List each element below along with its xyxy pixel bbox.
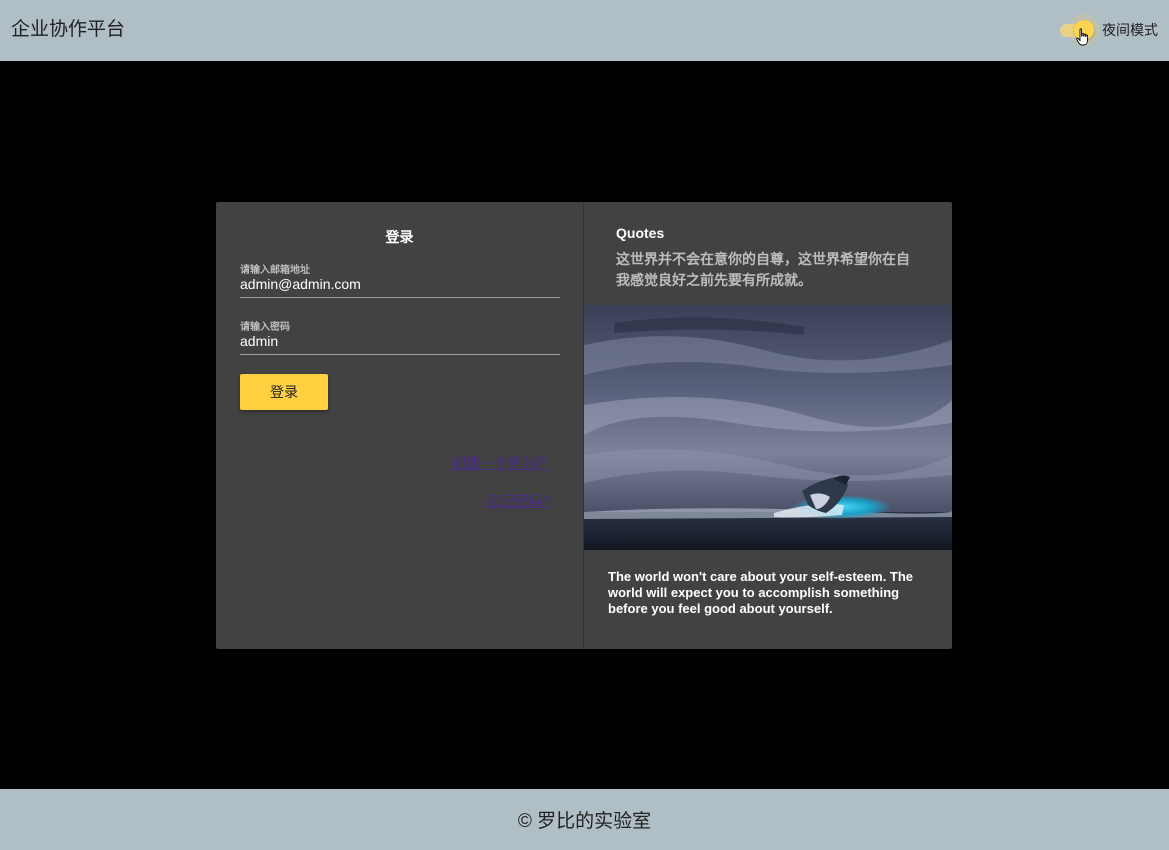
quote-pane: Quotes 这世界并不会在意你的自尊，这世界希望你在自我感觉良好之前先要有所成… (584, 202, 952, 649)
night-mode-switch[interactable] (1058, 17, 1094, 46)
password-label: 请输入密码 (240, 322, 290, 333)
hand-cursor-icon (1076, 28, 1089, 46)
password-field-group: 请输入密码 (240, 318, 560, 355)
email-field-group: 请输入邮箱地址 (240, 261, 560, 298)
create-account-link[interactable]: 创建一个新账户 (452, 453, 550, 473)
footer-copyright: © 罗比的实验室 (517, 811, 652, 832)
app-header: 企业协作平台 夜间模式 (0, 0, 1169, 61)
night-mode-label: 夜间模式 (1102, 22, 1158, 38)
quote-heading: Quotes (616, 225, 665, 241)
quote-text-english: The world won't care about your self-est… (608, 569, 914, 616)
password-input[interactable] (240, 331, 560, 355)
forgot-password-link[interactable]: 忘记密码? (486, 491, 550, 511)
login-card: 登录 请输入邮箱地址 请输入密码 登录 创建一个新账户 忘记密码? Quotes… (216, 202, 952, 649)
login-title: 登录 (385, 229, 414, 245)
whale-image (584, 305, 952, 550)
quote-text-chinese: 这世界并不会在意你的自尊，这世界希望你在自我感觉良好之前先要有所成就。 (616, 251, 910, 288)
app-title: 企业协作平台 (11, 19, 126, 40)
night-mode-toggle[interactable]: 夜间模式 (1058, 17, 1158, 46)
email-label: 请输入邮箱地址 (240, 265, 310, 276)
app-footer: © 罗比的实验室 (0, 789, 1169, 850)
email-input[interactable] (240, 274, 560, 298)
login-pane: 登录 请输入邮箱地址 请输入密码 登录 创建一个新账户 忘记密码? (216, 202, 583, 649)
login-button[interactable]: 登录 (240, 374, 328, 410)
